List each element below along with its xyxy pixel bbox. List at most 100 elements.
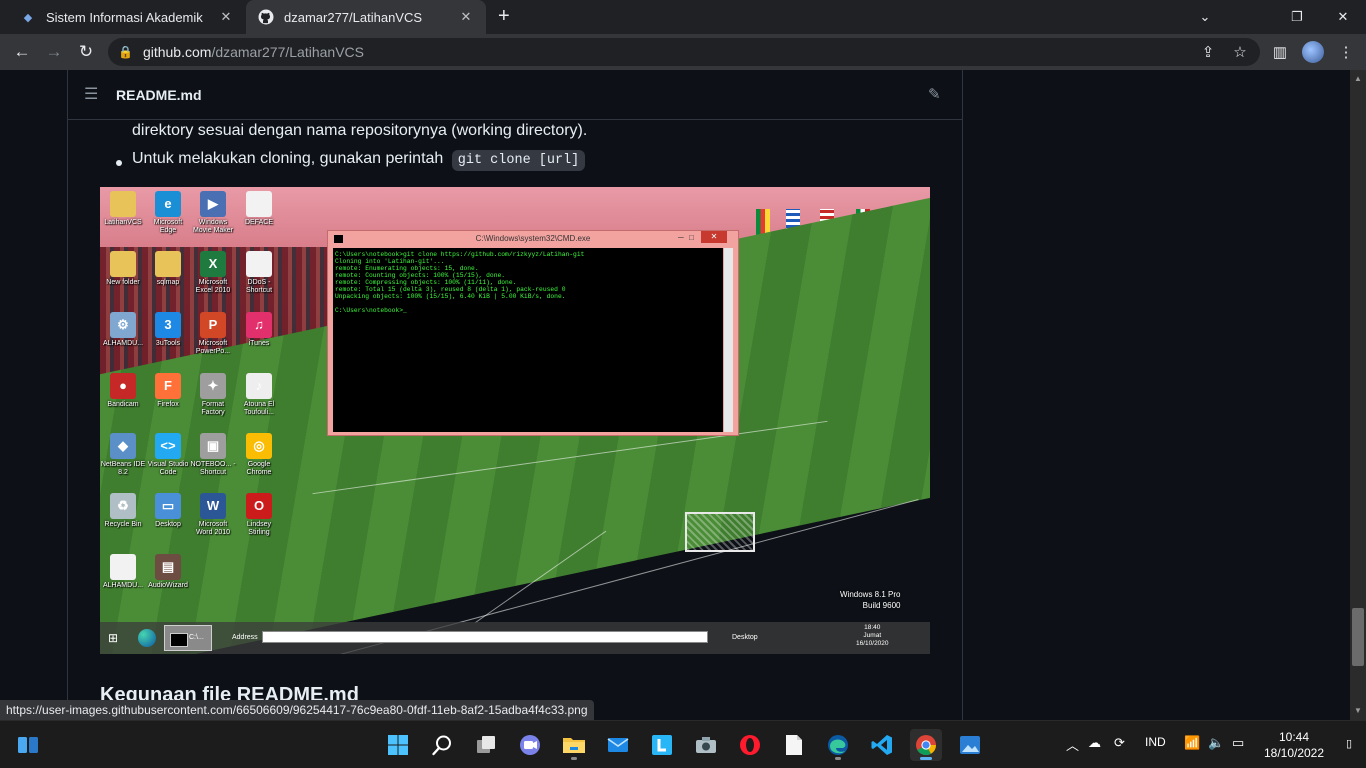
computer-icon: ▣ <box>200 433 226 459</box>
desktop-shortcut[interactable]: ● Bandicam <box>100 373 146 409</box>
desktop-shortcut[interactable]: ⚙ ALHAMDU... <box>100 312 146 348</box>
back-arrow-icon[interactable]: ← <box>10 40 34 64</box>
edge-icon[interactable] <box>822 729 854 761</box>
reload-icon[interactable]: ↻ <box>74 40 98 64</box>
tab-github[interactable]: dzamar277/LatihanVCS ✕ <box>246 0 486 34</box>
desktop-shortcut[interactable]: <> Visual Studio Code <box>145 433 191 477</box>
close-tab-icon[interactable]: ✕ <box>458 9 474 25</box>
tab-strip: ◆ Sistem Informasi Akademik ✕ dzamar277/… <box>0 0 1366 34</box>
bookmark-star-icon[interactable]: ☆ <box>1230 42 1250 62</box>
battery-icon[interactable]: ▭ <box>1232 735 1244 751</box>
chevron-up-icon[interactable]: ︿ <box>1066 735 1079 754</box>
cmd-window[interactable]: C:\Windows\system32\CMD.exe ─ □ ✕ C:\Use… <box>327 230 739 436</box>
tab-search-icon[interactable]: ⌄ <box>1182 0 1228 34</box>
desktop-shortcut[interactable]: e Microsoft Edge <box>145 191 191 235</box>
close-tab-icon[interactable]: ✕ <box>218 9 234 25</box>
side-panel-icon[interactable]: ▥ <box>1270 42 1290 62</box>
desktop-shortcut[interactable]: ♫ iTunes <box>236 312 282 348</box>
desktop-shortcut[interactable]: DDoS - Shortcut <box>236 251 282 295</box>
teams-chat-icon[interactable] <box>514 729 546 761</box>
desktop-shortcut-label: Windows Movie Maker <box>192 219 234 234</box>
desktop-shortcut-label: Bandicam <box>107 401 139 408</box>
document-icon[interactable] <box>778 729 810 761</box>
desktop-shortcut[interactable]: X Microsoft Excel 2010 <box>190 251 236 295</box>
desktop-shortcut[interactable]: ♻ Recycle Bin <box>100 493 146 529</box>
desktop-shortcut[interactable]: ◆ NetBeans IDE 8.2 <box>100 433 146 477</box>
share-icon[interactable]: ⇪ <box>1198 42 1218 62</box>
volume-icon[interactable]: 🔈 <box>1208 735 1224 751</box>
desktop-shortcut-label: iTunes <box>248 340 270 347</box>
address-toolbar-label: Address <box>232 634 258 641</box>
language-indicator[interactable]: IND <box>1145 735 1166 749</box>
desktop-shortcut-label: New folder <box>106 279 140 286</box>
close-icon[interactable]: ✕ <box>701 231 727 243</box>
desktop-shortcut[interactable]: ▣ NOTEBOO... - Shortcut <box>190 433 236 477</box>
file-explorer-icon[interactable] <box>558 729 590 761</box>
desktop-shortcut[interactable]: ◎ Google Chrome <box>236 433 282 477</box>
restore-window-icon[interactable]: ❐ <box>1274 0 1320 34</box>
wifi-icon[interactable]: 📶 <box>1184 735 1200 751</box>
scrollbar-thumb[interactable] <box>1352 608 1364 666</box>
scroll-down-arrow-icon[interactable]: ▼ <box>1352 706 1364 718</box>
desktop-shortcut[interactable]: DEFACE <box>236 191 282 227</box>
excel-icon: X <box>200 251 226 277</box>
tab-sistem-informasi[interactable]: ◆ Sistem Informasi Akademik ✕ <box>8 0 246 34</box>
desktop-shortcut[interactable]: ▤ AudioWizard <box>145 554 191 590</box>
notification-icon[interactable]: ▯ <box>1346 737 1360 751</box>
desktop-shortcut[interactable]: 3 3uTools <box>145 312 191 348</box>
onedrive-cloud-icon[interactable]: ☁ <box>1088 735 1101 751</box>
vscode-icon[interactable] <box>866 729 898 761</box>
profile-avatar[interactable] <box>1302 41 1324 63</box>
windows-start-icon[interactable] <box>382 729 414 761</box>
desktop-shortcut[interactable]: ♪ Atouna El Toufouli... <box>236 373 282 417</box>
desktop-shortcut[interactable]: ALHAMDU... <box>100 554 146 590</box>
url-path: /dzamar277/LatihanVCS <box>211 44 364 60</box>
address-bar[interactable]: 🔒 github.com/dzamar277/LatihanVCS <box>108 38 1260 66</box>
desktop-shortcut[interactable]: W Microsoft Word 2010 <box>190 493 236 537</box>
tab-title: Sistem Informasi Akademik <box>46 9 203 25</box>
desktop-shortcut-label: Microsoft Excel 2010 <box>195 279 231 294</box>
photos-icon[interactable] <box>954 729 986 761</box>
windows-start-icon: ⊞ <box>108 631 119 645</box>
maximize-icon[interactable]: □ <box>689 233 694 242</box>
desktop-shortcut[interactable]: O Lindsey Stirling <box>236 493 282 537</box>
desktop-shortcut[interactable]: F Firefox <box>145 373 191 409</box>
desktop-shortcut[interactable]: New folder <box>100 251 146 287</box>
mail-icon[interactable] <box>602 729 634 761</box>
cmd-scrollbar[interactable] <box>724 248 733 432</box>
menu-kebab-icon[interactable]: ⋮ <box>1336 42 1356 62</box>
edit-pencil-icon[interactable]: ✎ <box>928 85 946 103</box>
firefox-icon: F <box>155 373 181 399</box>
task-view-icon[interactable] <box>470 729 502 761</box>
sync-icon[interactable]: ⟳ <box>1114 735 1125 751</box>
audiowizard-icon: ▤ <box>155 554 181 580</box>
widgets-icon[interactable] <box>12 729 44 761</box>
system-clock[interactable]: 10:44 18/10/2022 <box>1262 729 1326 761</box>
close-window-icon[interactable]: ✕ <box>1320 0 1366 34</box>
desktop-shortcut[interactable]: LatihanVCS <box>100 191 146 227</box>
desktop-shortcut[interactable]: ▭ Desktop <box>145 493 191 529</box>
desktop-shortcut[interactable]: P Microsoft PowerPo... <box>190 312 236 356</box>
opera-icon[interactable] <box>734 729 766 761</box>
minimize-icon[interactable]: ─ <box>678 233 684 242</box>
document-icon <box>246 251 272 277</box>
cmd-taskbar-button: C:\... <box>164 625 212 651</box>
outline-list-icon[interactable]: ☰ <box>84 86 102 104</box>
readme-screenshot-image[interactable]: LatihanVCS e Microsoft Edge ▶ Windows Movie … <box>100 187 930 654</box>
search-icon[interactable] <box>426 729 458 761</box>
word-icon: W <box>200 493 226 519</box>
desktop-shortcut[interactable]: sqlmap <box>145 251 191 287</box>
desktop-icon: ▭ <box>155 493 181 519</box>
chrome-icon: ◎ <box>246 433 272 459</box>
windows-taskbar: ︿ ☁ ⟳ IND 📶 🔈 ▭ 10:44 18/10/2022 ▯ <box>0 720 1366 768</box>
forward-arrow-icon[interactable]: → <box>42 40 66 64</box>
l-app-icon[interactable] <box>646 729 678 761</box>
bullet-dot <box>116 160 122 166</box>
new-tab-button[interactable]: + <box>498 6 510 26</box>
desktop-shortcut[interactable]: ✦ Format Factory <box>190 373 236 417</box>
readme-filename: README.md <box>116 87 202 103</box>
chrome-icon[interactable] <box>910 729 942 761</box>
desktop-shortcut[interactable]: ▶ Windows Movie Maker <box>190 191 236 235</box>
scroll-up-arrow-icon[interactable]: ▲ <box>1352 74 1364 86</box>
camera-icon[interactable] <box>690 729 722 761</box>
